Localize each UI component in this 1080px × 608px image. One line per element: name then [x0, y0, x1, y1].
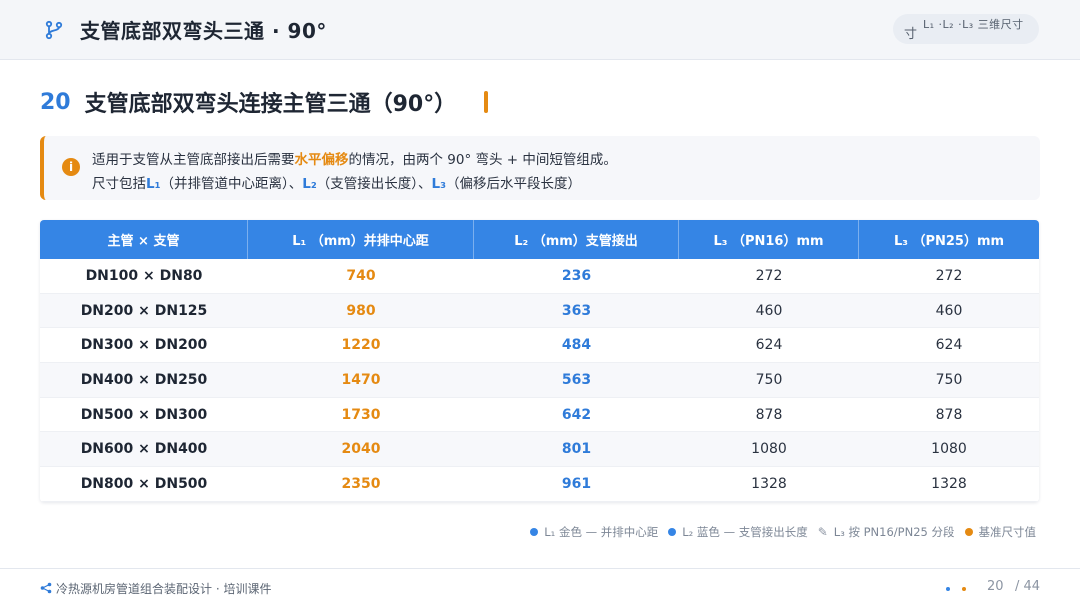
dimension-badge-label: L₁ ·L₂ ·L₃ 三维尺寸: [923, 18, 1024, 31]
legend-item-l3: ✎ L₃ 按 PN16/PN25 分段: [818, 524, 955, 540]
section-number: 20: [40, 89, 71, 115]
l1-label: L₁: [146, 176, 161, 192]
info-line-2: 尺寸包括L₁（并排管道中心距离）、L₂（支管接出长度）、L₃（偏移后水平段长度）: [92, 172, 581, 192]
cell-pipe: DN500 × DN300: [80, 406, 208, 423]
info-text: 适用于支管从主管底部接出后需要: [92, 152, 295, 168]
legend-label: L₃ 按 PN16/PN25 分段: [833, 525, 955, 539]
cell-l2: 642: [561, 406, 592, 423]
dimension-table: 主管 × 支管 L₁ （mm）并排中心距 L₂ （mm）支管接出 L₃ （PN1…: [40, 220, 1039, 502]
cell-l3-pn16: 624: [755, 337, 783, 354]
blue-dot-icon: [668, 528, 677, 536]
branch-icon: [45, 20, 63, 40]
page-number: 20: [987, 579, 1004, 594]
l3-label: L₃: [431, 176, 447, 192]
info-line-1: 适用于支管从主管底部接出后需要水平偏移的情况，由两个 90° 弯头 + 中间短管…: [92, 148, 617, 168]
info-callout: i 适用于支管从主管底部接出后需要水平偏移的情况，由两个 90° 弯头 + 中间…: [40, 136, 1040, 200]
ruler-icon: 寸: [904, 27, 918, 42]
legend-label: L₂ 蓝色 — 支管接出长度: [682, 525, 808, 539]
column-header-pipe: 主管 × 支管: [40, 220, 248, 259]
dimension-badge[interactable]: 寸 L₁ ·L₂ ·L₃ 三维尺寸: [893, 14, 1039, 44]
cell-l1: 2040: [341, 441, 381, 458]
section-heading: 20 支管底部双弯头连接主管三通（90°）: [40, 86, 489, 118]
cell-l1: 2350: [341, 475, 381, 492]
page-total: / 44: [1015, 579, 1041, 594]
cell-l3-pn16: 272: [755, 267, 783, 284]
table-legend: L₁ 金色 — 并排中心距 L₂ 蓝色 — 支管接出长度 ✎ L₃ 按 PN16…: [530, 524, 1036, 540]
cell-pipe: DN800 × DN500: [80, 475, 208, 492]
column-header-l1: L₁ （mm）并排中心距: [248, 220, 474, 259]
cell-pipe: DN300 × DN200: [80, 337, 208, 354]
orange-dot-icon: [964, 528, 973, 536]
cell-pipe: DN600 × DN400: [80, 441, 208, 458]
legend-item-base: 基准尺寸值: [964, 524, 1037, 540]
column-header-l3-pn25: L₃ （PN25）mm: [893, 234, 1005, 249]
cell-l1: 980: [346, 302, 376, 319]
legend-item-l2: L₂ 蓝色 — 支管接出长度: [668, 524, 808, 540]
cell-l2: 801: [561, 441, 592, 458]
legend-label: 基准尺寸值: [978, 525, 1037, 539]
cell-l3-pn16: 460: [755, 302, 783, 319]
l2-label: L₂: [302, 176, 317, 192]
cell-pipe: DN400 × DN250: [80, 371, 208, 388]
cell-pipe: DN100 × DN80: [85, 267, 203, 284]
cell-l1: 740: [346, 267, 376, 284]
cell-l3-pn16: 878: [755, 406, 783, 423]
cell-l1: 1730: [341, 406, 381, 423]
table-row: DN200 × DN125 980 363 460 460: [40, 293, 1039, 329]
table-row: DN600 × DN400 2040 801 1080 1080: [40, 432, 1039, 468]
legend-item-l1: L₁ 金色 — 并排中心距: [530, 524, 658, 540]
cell-l3-pn16: 750: [755, 371, 783, 388]
column-header-l3-pn16: L₃ （PN16）mm: [679, 220, 859, 259]
cell-l3-pn25: 624: [935, 337, 963, 354]
share-icon: [40, 582, 52, 594]
cell-l3-pn25: 460: [935, 302, 963, 319]
info-text: （偏移后水平段长度）: [446, 176, 582, 192]
cell-l3-pn25: 1080: [931, 441, 967, 458]
page-title: 支管底部双弯头三通 · 90°: [80, 19, 327, 43]
cell-l1: 1470: [341, 371, 381, 388]
info-text: （支管接出长度）、: [316, 176, 432, 192]
info-text: 的情况，由两个 90° 弯头 + 中间短管组成。: [348, 152, 617, 168]
info-highlight: 水平偏移: [294, 152, 349, 168]
cell-l3-pn25: 1328: [931, 475, 967, 492]
cell-l2: 363: [561, 302, 592, 319]
info-text: 尺寸包括: [92, 176, 146, 192]
info-text: （并排管道中心距离）、: [160, 176, 303, 192]
table-row: DN800 × DN500 2350 961 1328 1328: [40, 467, 1039, 502]
table-body: DN100 × DN80 740 236 272 272 DN200 × DN1…: [40, 259, 1039, 502]
cell-l3-pn16: 1080: [751, 441, 787, 458]
table-row: DN100 × DN80 740 236 272 272: [40, 259, 1039, 294]
cell-pipe: DN200 × DN125: [80, 302, 208, 319]
page-footer: 冷热源机房管道组合装配设计 · 培训课件 20 / 44: [0, 568, 1080, 608]
cell-l2: 236: [561, 267, 592, 284]
legend-label: L₁ 金色 — 并排中心距: [544, 525, 659, 539]
table-header: 主管 × 支管 L₁ （mm）并排中心距 L₂ （mm）支管接出 L₃ （PN1…: [40, 220, 1039, 259]
blue-dot-icon: [946, 587, 950, 591]
column-header-l2: L₂ （mm）支管接出: [474, 220, 679, 259]
pencil-icon: ✎: [817, 525, 828, 539]
cell-l2: 563: [561, 371, 592, 388]
page-dots: [946, 587, 966, 591]
cell-l3-pn25: 750: [935, 371, 963, 388]
cell-l3-pn16: 1328: [751, 475, 787, 492]
section-title: 支管底部双弯头连接主管三通（90°）: [84, 92, 457, 117]
heading-accent-bar: [484, 91, 489, 113]
cell-l2: 961: [561, 475, 592, 492]
footer-course-title: 冷热源机房管道组合装配设计 · 培训课件: [56, 582, 272, 596]
cell-l3-pn25: 272: [935, 267, 963, 284]
blue-dot-icon: [530, 528, 539, 536]
top-header-bar: 支管底部双弯头三通 · 90° 寸 L₁ ·L₂ ·L₃ 三维尺寸: [0, 0, 1080, 60]
info-icon: i: [62, 158, 80, 176]
orange-dot-icon: [962, 587, 966, 591]
table-row: DN400 × DN250 1470 563 750 750: [40, 363, 1039, 398]
table-row: DN500 × DN300 1730 642 878 878: [40, 397, 1039, 433]
cell-l3-pn25: 878: [935, 406, 963, 423]
cell-l2: 484: [561, 337, 592, 354]
table-row: DN300 × DN200 1220 484 624 624: [40, 328, 1039, 364]
cell-l1: 1220: [341, 337, 381, 354]
